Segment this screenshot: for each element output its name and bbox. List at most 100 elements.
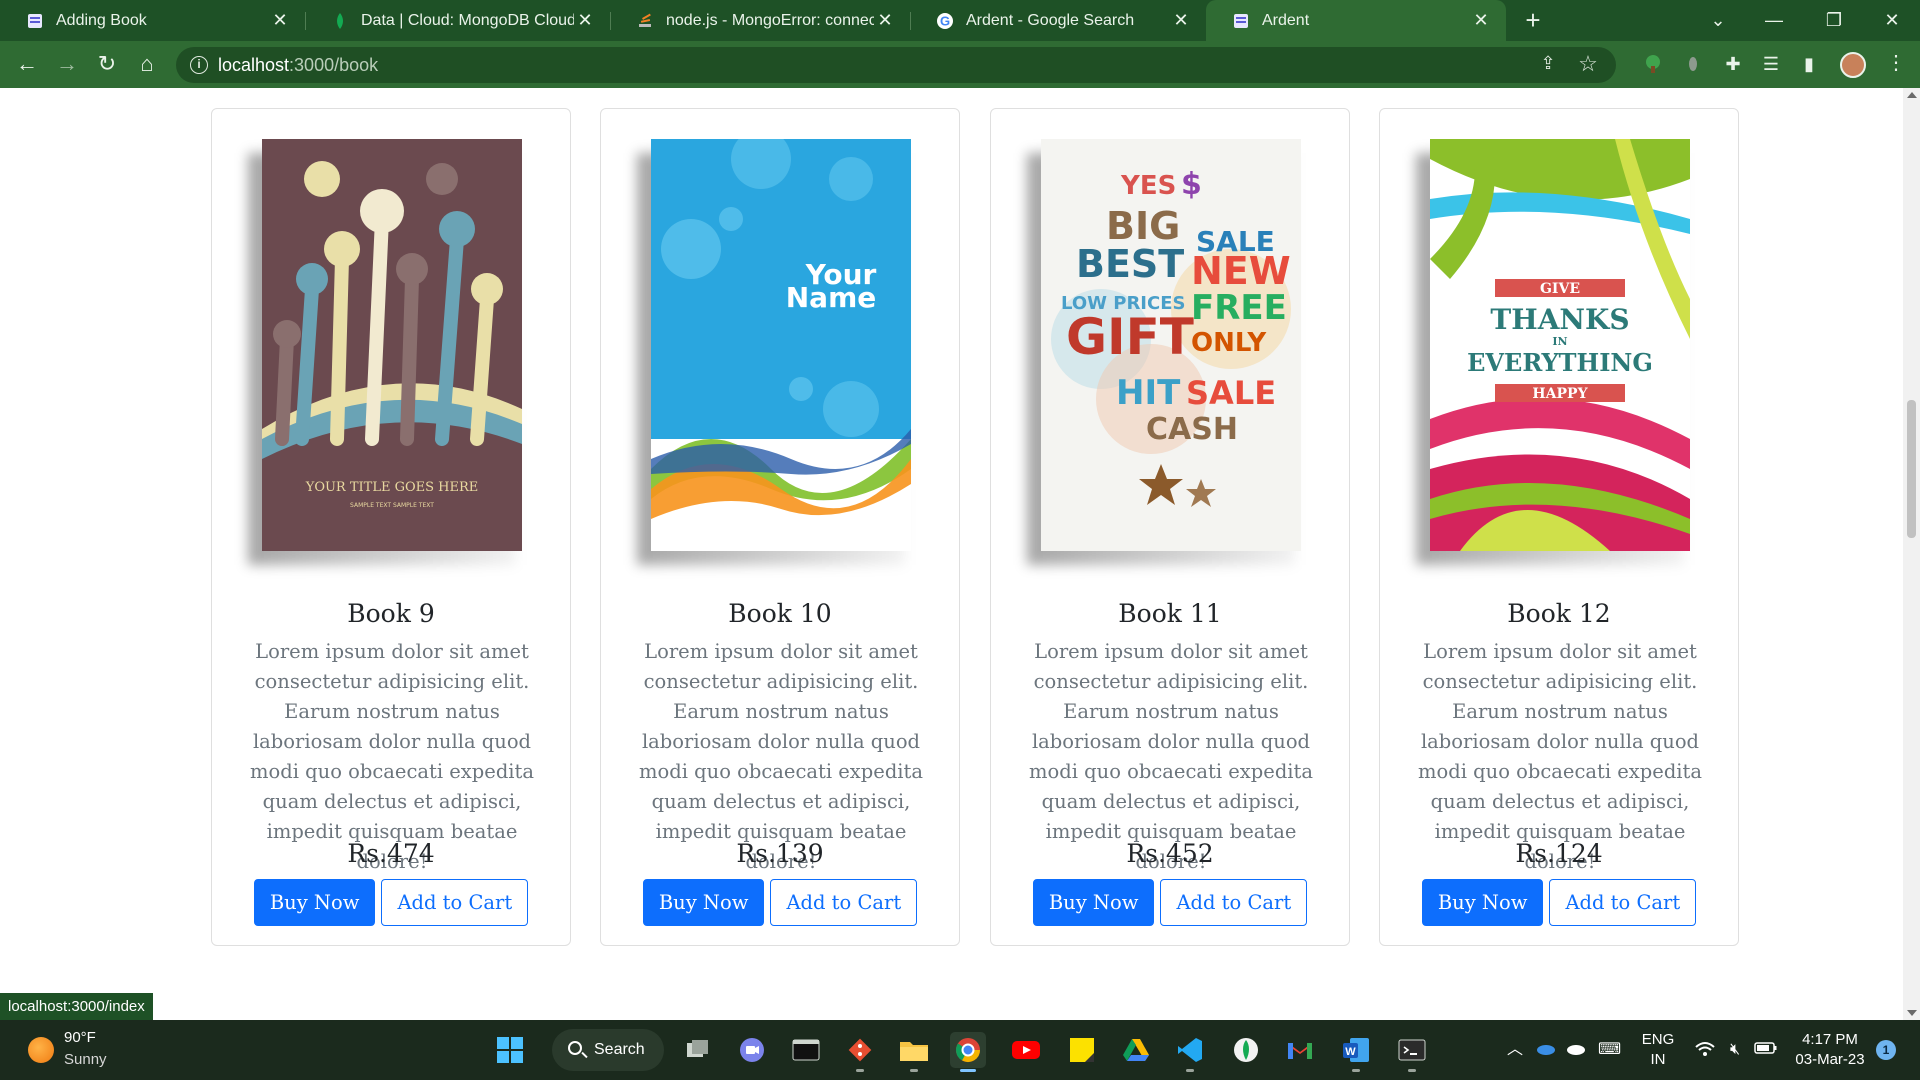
add-to-cart-button[interactable]: Add to Cart bbox=[381, 879, 529, 926]
taskbar-search[interactable]: Search bbox=[552, 1029, 664, 1071]
back-arrow-icon[interactable]: ← bbox=[10, 47, 44, 81]
buy-now-button[interactable]: Buy Now bbox=[253, 879, 376, 926]
minimize-icon[interactable]: — bbox=[1746, 0, 1802, 41]
book-price: Rs.124 bbox=[1515, 839, 1603, 868]
notification-badge[interactable]: 1 bbox=[1876, 1040, 1896, 1060]
keyboard-icon[interactable]: ⌨ bbox=[1598, 1040, 1621, 1060]
share-icon[interactable]: ⇪ bbox=[1536, 53, 1560, 77]
url-host: localhost bbox=[218, 55, 290, 75]
book-card: YES $ BIG SALE BEST NEW LOW PRICES FREE … bbox=[990, 108, 1350, 946]
extensions-puzzle-icon[interactable]: ✚ bbox=[1718, 49, 1748, 79]
battery-icon[interactable] bbox=[1754, 1040, 1777, 1060]
sun-weather-icon[interactable] bbox=[28, 1037, 54, 1063]
tab-search-chevron-icon[interactable]: ⌄ bbox=[1690, 0, 1746, 41]
window-close-icon[interactable]: ✕ bbox=[1864, 0, 1920, 41]
add-to-cart-button[interactable]: Add to Cart bbox=[1160, 879, 1308, 926]
restore-icon[interactable]: ❐ bbox=[1806, 0, 1862, 41]
site-info-icon[interactable]: i bbox=[190, 56, 208, 74]
bookmark-star-icon[interactable]: ☆ bbox=[1576, 51, 1600, 76]
teams-chat-icon[interactable] bbox=[734, 1032, 770, 1068]
add-to-cart-button[interactable]: Add to Cart bbox=[1549, 879, 1697, 926]
address-url[interactable]: localhost:3000/book bbox=[218, 55, 378, 76]
buy-now-button[interactable]: Buy Now bbox=[642, 879, 765, 926]
search-icon bbox=[568, 1041, 582, 1055]
book-cover[interactable]: GIVE THANKS IN EVERYTHING HAPPY bbox=[1416, 139, 1690, 565]
tab-mongodb-cloud[interactable]: Data | Cloud: MongoDB Cloud ✕ bbox=[305, 0, 610, 41]
book-cover[interactable]: Your Name bbox=[637, 139, 911, 565]
cover-title-text: YOUR TITLE GOES HERE bbox=[305, 480, 479, 495]
wifi-icon[interactable] bbox=[1694, 1040, 1716, 1060]
sale-word: YES bbox=[1120, 171, 1176, 201]
new-tab-plus-icon[interactable]: + bbox=[1518, 6, 1548, 36]
speaker-muted-icon[interactable]: 🔇︎ bbox=[1724, 1040, 1746, 1060]
svg-text:G: G bbox=[940, 13, 950, 28]
tab-close-icon[interactable]: ✕ bbox=[1470, 10, 1492, 31]
weather-temperature[interactable]: 90°F bbox=[64, 1029, 96, 1046]
tab-adding-book[interactable]: Adding Book ✕ bbox=[0, 0, 305, 41]
task-view-icon[interactable] bbox=[680, 1032, 716, 1068]
sale-word: SALE bbox=[1186, 374, 1276, 412]
profile-avatar[interactable] bbox=[1840, 52, 1866, 78]
forward-arrow-icon[interactable]: → bbox=[50, 47, 84, 81]
tab-google-search[interactable]: G Ardent - Google Search ✕ bbox=[910, 0, 1206, 41]
file-explorer-icon[interactable] bbox=[896, 1032, 932, 1072]
extension-tree-icon[interactable] bbox=[1638, 49, 1668, 79]
scroll-up-arrow-icon[interactable] bbox=[1907, 92, 1917, 98]
sale-word: CASH bbox=[1146, 412, 1238, 447]
sale-word: $ bbox=[1181, 167, 1202, 202]
tab-title: Ardent bbox=[1262, 11, 1310, 29]
side-panel-icon[interactable]: ▮ bbox=[1794, 49, 1824, 79]
cover-subtitle-text: SAMPLE TEXT SAMPLE TEXT bbox=[350, 502, 434, 509]
tab-close-icon[interactable]: ✕ bbox=[574, 10, 596, 31]
browser-tab-strip: Adding Book ✕ Data | Cloud: MongoDB Clou… bbox=[0, 0, 1920, 41]
tab-close-icon[interactable]: ✕ bbox=[1170, 10, 1192, 31]
clock[interactable]: 4:17 PM 03-Mar-23 bbox=[1790, 1020, 1870, 1080]
reload-icon[interactable]: ↻ bbox=[90, 47, 124, 81]
mongodb-compass-icon[interactable] bbox=[1228, 1032, 1264, 1068]
book-price: Rs.452 bbox=[1126, 839, 1214, 868]
google-drive-icon[interactable] bbox=[1118, 1032, 1154, 1068]
weather-condition[interactable]: Sunny bbox=[64, 1051, 107, 1068]
extension-lamp-icon[interactable] bbox=[1678, 49, 1708, 79]
command-prompt-icon[interactable] bbox=[1394, 1032, 1430, 1072]
scrollbar-thumb[interactable] bbox=[1907, 400, 1916, 538]
book-actions: Buy Now Add to Cart bbox=[601, 879, 959, 926]
show-hidden-icons-chevron-icon[interactable]: ︿ bbox=[1504, 1040, 1526, 1060]
reading-list-icon[interactable]: ☰ bbox=[1756, 49, 1786, 79]
chrome-app-icon[interactable] bbox=[950, 1032, 986, 1072]
page-viewport: YOUR TITLE GOES HERE SAMPLE TEXT SAMPLE … bbox=[0, 88, 1903, 1020]
gmail-icon[interactable] bbox=[1282, 1032, 1318, 1068]
onedrive-personal-cloud-icon[interactable] bbox=[1564, 1040, 1586, 1060]
vscode-icon[interactable] bbox=[1172, 1032, 1208, 1072]
sticky-notes-icon[interactable] bbox=[1064, 1032, 1100, 1068]
book-cover[interactable]: YOUR TITLE GOES HERE SAMPLE TEXT SAMPLE … bbox=[248, 139, 522, 565]
word-icon[interactable]: W bbox=[1338, 1032, 1374, 1072]
tab-close-icon[interactable]: ✕ bbox=[874, 10, 896, 31]
onedrive-cloud-icon[interactable] bbox=[1534, 1040, 1556, 1060]
tab-ardent[interactable]: Ardent ✕ bbox=[1206, 0, 1506, 41]
page-scrollbar[interactable] bbox=[1903, 88, 1920, 1020]
youtube-icon[interactable] bbox=[1008, 1032, 1044, 1068]
language-indicator[interactable]: ENG IN bbox=[1640, 1020, 1676, 1080]
browser-menu-icon[interactable]: ⋮ bbox=[1886, 50, 1906, 75]
book-card: Your Name Book 10 Lorem ipsum dolor sit … bbox=[600, 108, 960, 946]
running-indicator bbox=[856, 1069, 864, 1072]
browser-toolbar: ← → ↻ ⌂ i localhost:3000/book ⇪ ☆ ✚ ☰ ▮ … bbox=[0, 41, 1920, 88]
running-indicator bbox=[1352, 1069, 1360, 1072]
buy-now-button[interactable]: Buy Now bbox=[1421, 879, 1544, 926]
add-to-cart-button[interactable]: Add to Cart bbox=[770, 879, 918, 926]
tab-stackoverflow[interactable]: node.js - MongoError: connect EC ✕ bbox=[610, 0, 910, 41]
sale-word: FREE bbox=[1191, 288, 1287, 328]
sale-word: BEST bbox=[1076, 242, 1184, 286]
tab-close-icon[interactable]: ✕ bbox=[269, 10, 291, 31]
book-cover[interactable]: YES $ BIG SALE BEST NEW LOW PRICES FREE … bbox=[1027, 139, 1301, 565]
buy-now-button[interactable]: Buy Now bbox=[1032, 879, 1155, 926]
git-app-icon[interactable] bbox=[842, 1032, 878, 1072]
home-icon[interactable]: ⌂ bbox=[130, 47, 164, 81]
address-bar[interactable]: i localhost:3000/book ⇪ ☆ bbox=[176, 47, 1616, 83]
clock-date: 03-Mar-23 bbox=[1795, 1051, 1865, 1068]
windows-start-icon[interactable] bbox=[492, 1032, 528, 1068]
scroll-down-arrow-icon[interactable] bbox=[1907, 1010, 1917, 1016]
book-actions: Buy Now Add to Cart bbox=[1380, 879, 1738, 926]
terminal-app-icon[interactable] bbox=[788, 1032, 824, 1068]
